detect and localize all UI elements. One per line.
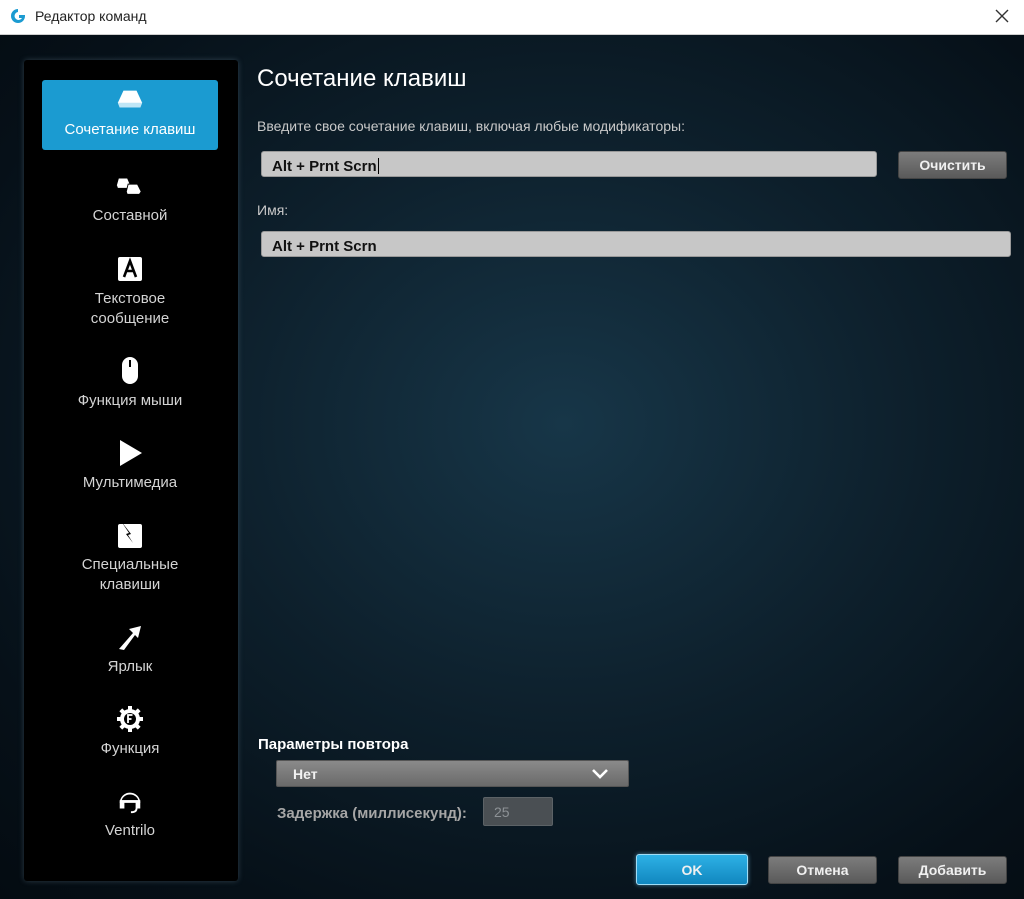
name-label: Имя: (257, 202, 289, 218)
function-gear-icon (116, 705, 144, 733)
repeat-select[interactable]: Нет (276, 760, 629, 787)
ok-button[interactable]: OK (636, 854, 748, 885)
sidebar-item-keystroke[interactable]: Сочетание клавиш (42, 80, 218, 150)
sidebar-item-media[interactable]: Мультимедиа (42, 439, 218, 493)
keyboard-key-icon (116, 86, 144, 114)
headset-icon (116, 787, 144, 815)
sidebar-item-label: Функция мыши (77, 392, 183, 409)
special-key-icon (116, 521, 144, 549)
delay-label: Задержка (миллисекунд): (277, 805, 467, 822)
clear-button[interactable]: Очистить (898, 151, 1007, 179)
sidebar-item-text-block[interactable]: Текстовое сообщение (42, 255, 218, 329)
text-caret (377, 158, 379, 174)
close-icon (995, 9, 1009, 23)
sidebar-item-label: Сочетание клавиш (64, 121, 196, 138)
cancel-button[interactable]: Отмена (768, 856, 877, 884)
logitech-g-icon (11, 9, 25, 23)
repeat-options-label: Параметры повтора (258, 736, 409, 753)
sidebar-item-mouse-function[interactable]: Функция мыши (42, 357, 218, 411)
sidebar-item-ventrilo[interactable]: Ventrilo (42, 787, 218, 841)
shortcut-input[interactable]: Alt + Prnt Scrn (261, 151, 877, 177)
chevron-down-icon (592, 769, 608, 779)
page-title: Сочетание клавиш (257, 65, 467, 92)
add-button[interactable]: Добавить (898, 856, 1007, 884)
multi-key-icon (116, 172, 144, 200)
sidebar-item-label: Специальные клавиши (81, 556, 179, 593)
play-icon (116, 439, 144, 467)
mouse-icon (116, 357, 144, 385)
command-type-sidebar: Сочетание клавиш Составной Текстовое соо… (24, 60, 238, 881)
close-button[interactable] (988, 2, 1016, 30)
delay-input[interactable]: 25 (483, 797, 553, 826)
sidebar-item-function[interactable]: Функция (42, 705, 218, 759)
sidebar-item-shortcut[interactable]: Ярлык (42, 623, 218, 677)
sidebar-item-label: Ventrilo (104, 822, 156, 839)
shortcut-arrow-icon (116, 623, 144, 651)
sidebar-item-multikey[interactable]: Составной (42, 172, 218, 226)
sidebar-item-label: Составной (92, 207, 168, 224)
sidebar-item-label: Ярлык (107, 658, 153, 675)
sidebar-item-label: Текстовое сообщение (90, 290, 170, 327)
window-title: Редактор команд (35, 8, 147, 24)
text-a-icon (116, 255, 144, 283)
sidebar-item-label: Функция (100, 740, 160, 757)
editor-client-area: Сочетание клавиш Составной Текстовое соо… (0, 35, 1024, 899)
sidebar-item-hotkeys[interactable]: Специальные клавиши (42, 521, 218, 595)
name-input[interactable]: Alt + Prnt Scrn (261, 231, 1011, 257)
sidebar-item-label: Мультимедиа (82, 474, 178, 491)
shortcut-prompt-label: Введите свое сочетание клавиш, включая л… (257, 118, 685, 134)
title-bar: Редактор команд (0, 0, 1024, 35)
